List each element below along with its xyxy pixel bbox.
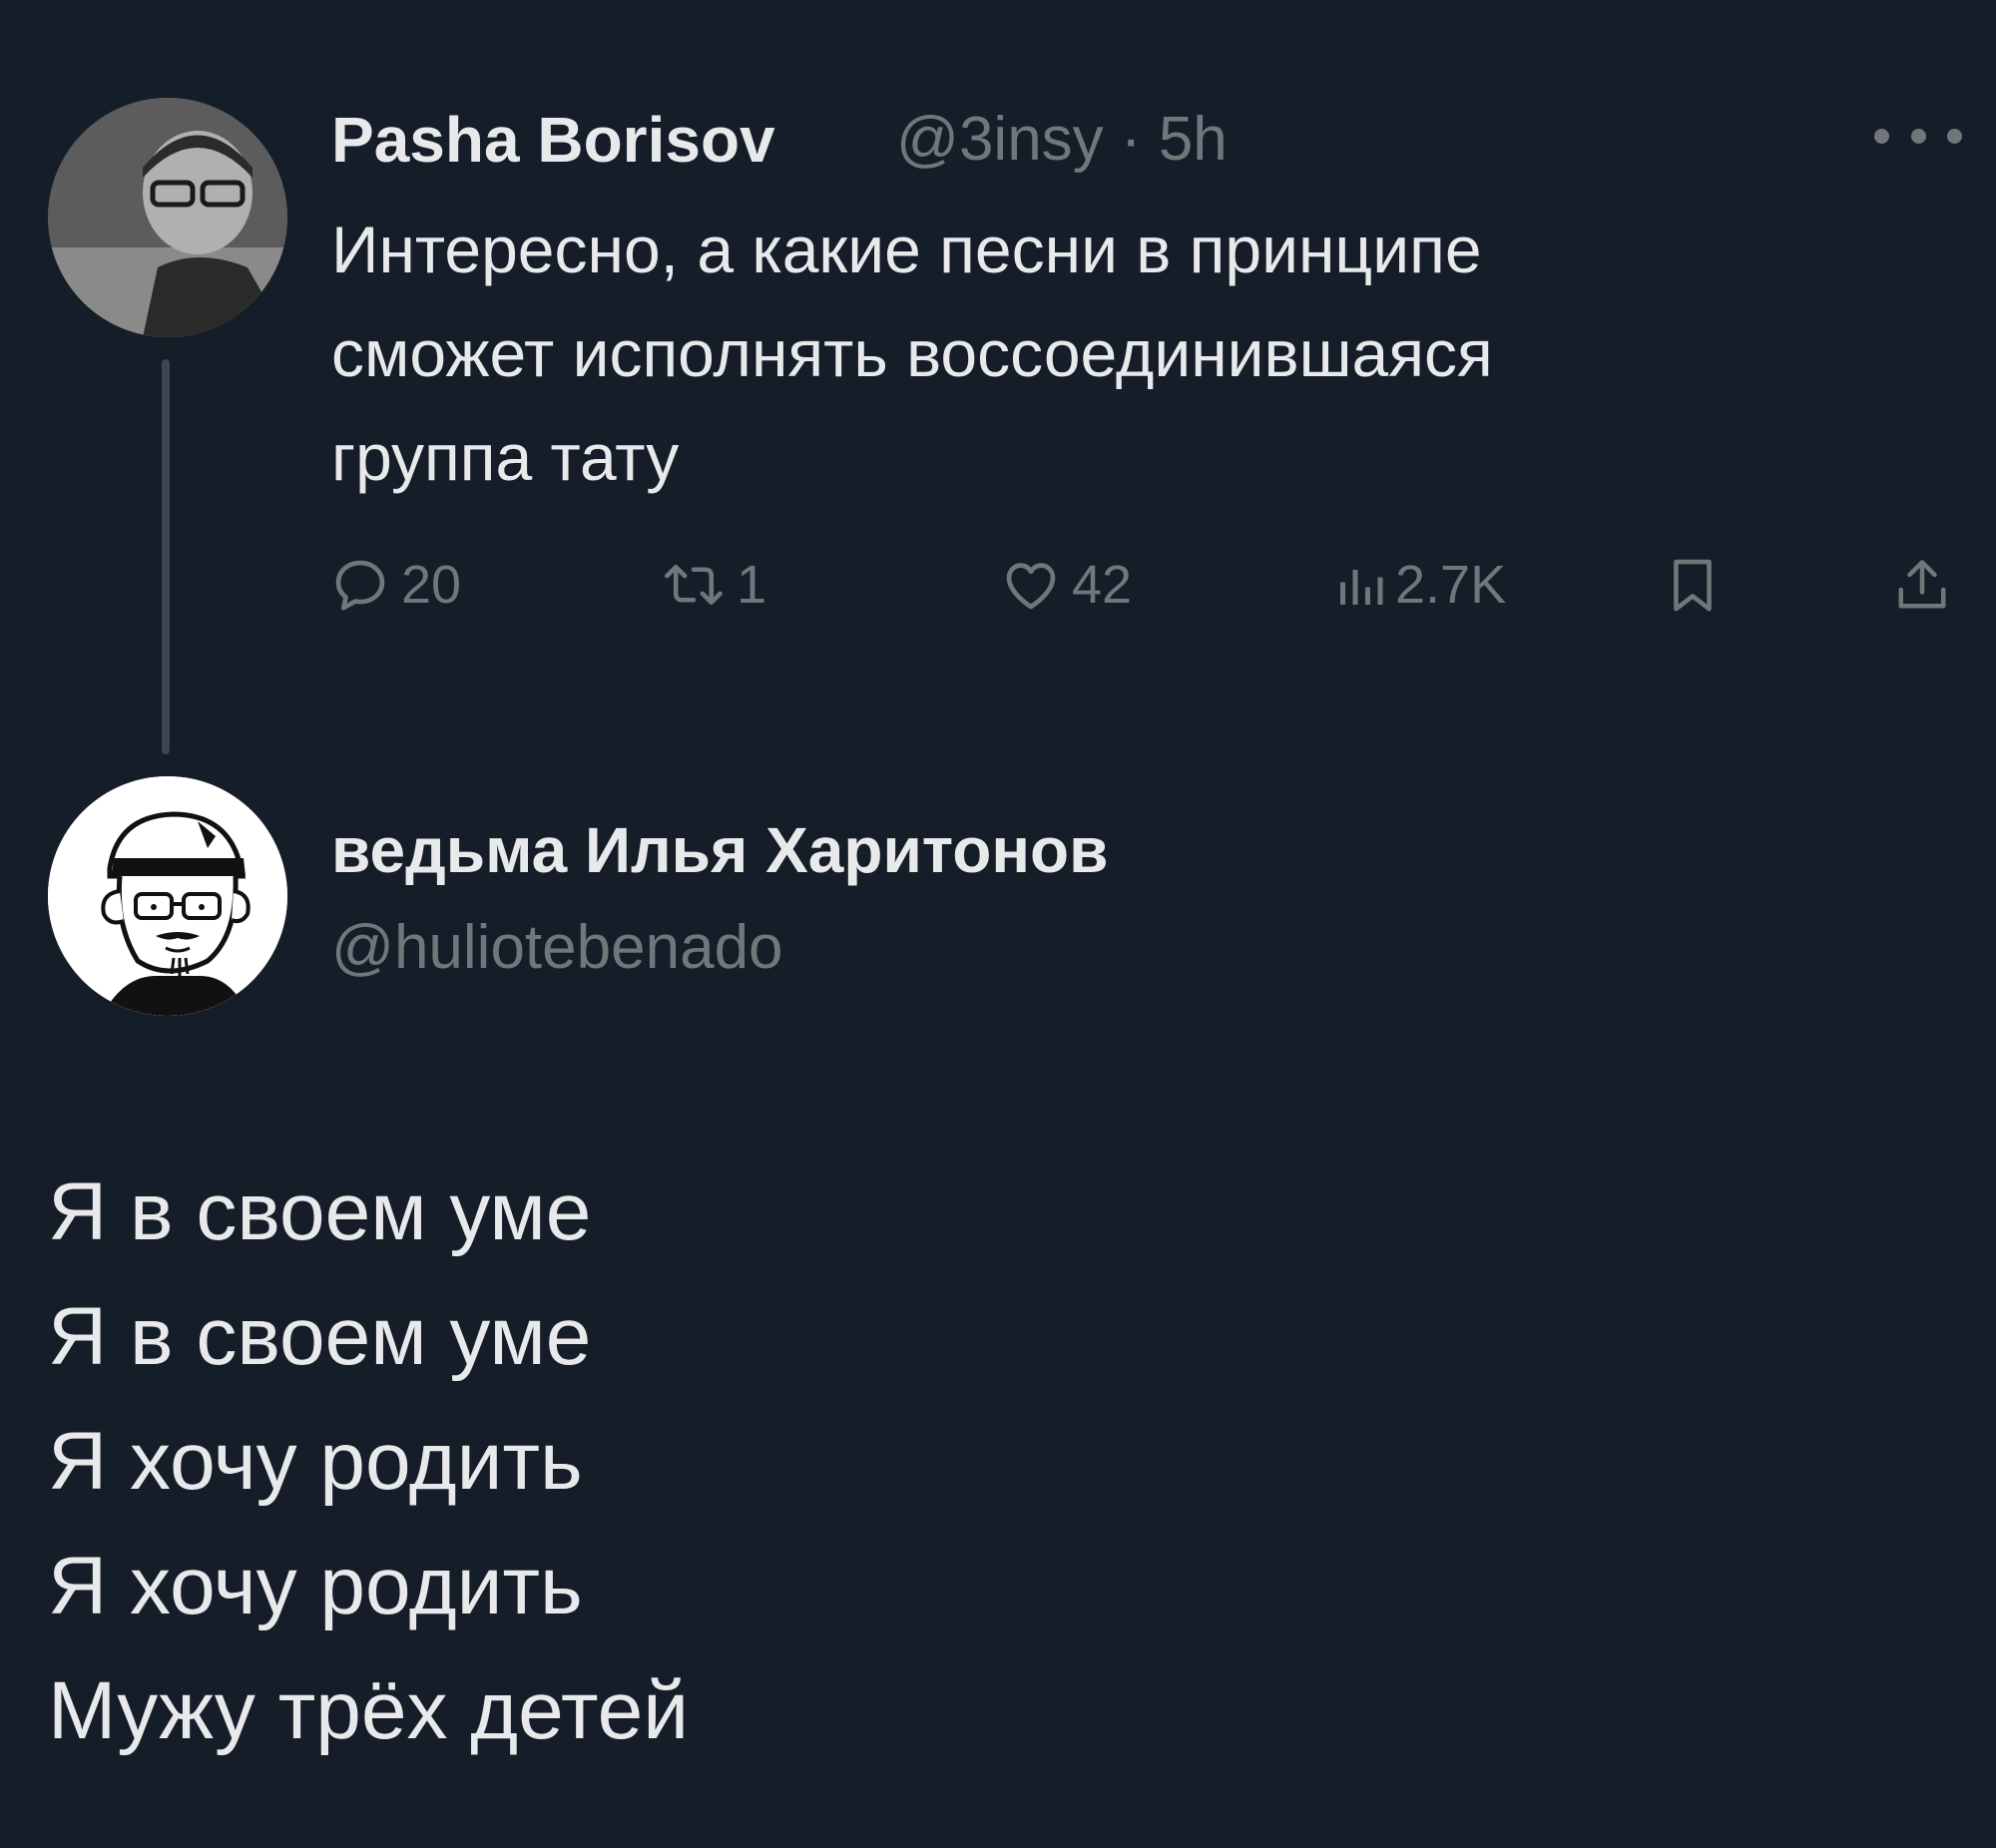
thread-connector-line <box>162 359 170 754</box>
more-horizontal-icon[interactable] <box>1874 118 1962 154</box>
like-count: 42 <box>1072 555 1133 615</box>
tweet-text: Интересно, а какие песни в принципе смож… <box>331 213 1493 494</box>
author-handle[interactable]: @huliotebenado <box>331 908 783 988</box>
reply-count: 20 <box>401 555 462 615</box>
bookmark-icon <box>1674 559 1712 612</box>
profile-photo-icon <box>48 98 287 337</box>
share-icon <box>1898 560 1946 609</box>
views-count: 2.7K <box>1395 555 1507 615</box>
meta-separator: · <box>1120 105 1142 174</box>
retweet-button[interactable]: 1 <box>661 551 766 619</box>
reply-icon <box>335 560 385 611</box>
cartoon-portrait-icon <box>48 776 287 1016</box>
retweet-icon <box>665 564 723 606</box>
heart-icon <box>1006 563 1056 610</box>
share-button[interactable] <box>1892 551 1952 619</box>
views-button[interactable]: 2.7K <box>1335 551 1506 619</box>
reply-button[interactable]: 20 <box>329 551 461 619</box>
author-name[interactable]: Pasha Borisov <box>331 102 775 178</box>
retweet-count: 1 <box>737 555 767 615</box>
tweet-time[interactable]: 5h <box>1159 105 1228 174</box>
author-name[interactable]: ведьма Илья Харитонов <box>331 810 1108 890</box>
author-handle[interactable]: @3insy <box>896 105 1104 174</box>
bookmark-button[interactable] <box>1665 551 1721 619</box>
tweet-meta: @3insy · 5h <box>896 102 1228 178</box>
views-icon <box>1340 570 1383 605</box>
avatar[interactable] <box>48 98 287 337</box>
tweet-text: Я в своем уме Я в своем уме Я хочу родит… <box>48 1166 690 1756</box>
avatar[interactable] <box>48 776 287 1016</box>
like-button[interactable]: 42 <box>1000 551 1132 619</box>
